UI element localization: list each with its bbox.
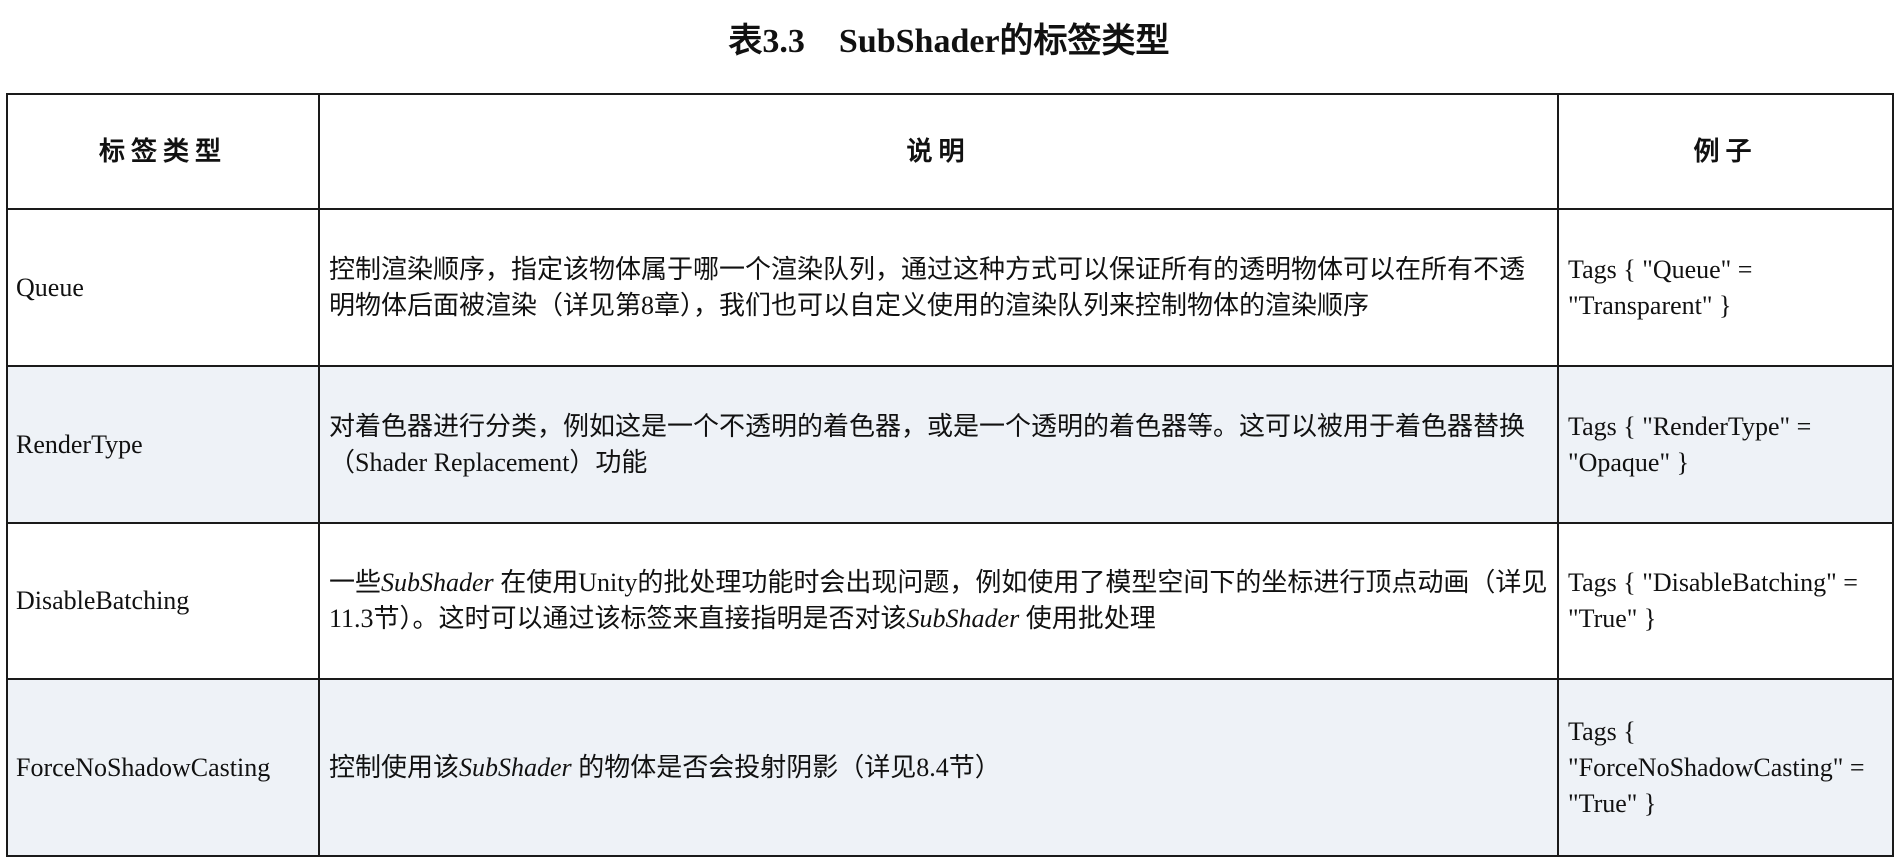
table-caption: 表3.3 SubShader的标签类型 <box>728 23 1170 60</box>
tag-name: RenderType <box>6 365 320 524</box>
description-text: 控制使用该 <box>329 752 460 782</box>
tag-description: 对着色器进行分类，例如这是一个不透明的着色器，或是一个透明的着色器等。这可以被用… <box>318 365 1559 524</box>
tag-description: 控制渲染顺序，指定该物体属于哪一个渲染队列，通过这种方式可以保证所有的透明物体可… <box>318 208 1559 367</box>
subshader-term: SubShader <box>459 752 572 782</box>
description-text: 的物体是否会投射阴影（详见8.4节） <box>571 752 1001 782</box>
tag-example: Tags { "DisableBatching" = "True" } <box>1557 522 1894 680</box>
subshader-term: SubShader <box>381 568 494 597</box>
table-row: Queue 控制渲染顺序，指定该物体属于哪一个渲染队列，通过这种方式可以保证所有… <box>6 208 1894 367</box>
description-text: 使用批处理 <box>1019 604 1156 633</box>
table-header-row: 标签类型 说明 例子 <box>6 93 1894 210</box>
subshader-term: SubShader <box>906 604 1020 633</box>
tag-name: DisableBatching <box>6 522 320 680</box>
header-example: 例子 <box>1557 93 1894 210</box>
description-text: 控制渲染顺序，指定该物体属于哪一个渲染队列，通过这种方式可以保证所有的透明物体可… <box>329 254 1526 320</box>
subshader-tags-table: 标签类型 说明 例子 Queue 控制渲染顺序，指定该物体属于哪一个渲染队列，通… <box>6 93 1894 857</box>
header-tag-type: 标签类型 <box>6 93 320 210</box>
table-row: ForceNoShadowCasting 控制使用该SubShader 的物体是… <box>6 678 1894 857</box>
description-text: 一些 <box>329 568 382 597</box>
tag-name: Queue <box>6 208 320 367</box>
tag-example: Tags { "ForceNoShadowCasting" = "True" } <box>1557 678 1894 857</box>
tag-name: ForceNoShadowCasting <box>6 678 320 857</box>
tag-description: 控制使用该SubShader 的物体是否会投射阴影（详见8.4节） <box>318 678 1559 857</box>
tag-example: Tags { "Queue" = "Transparent" } <box>1557 208 1894 367</box>
table-row: DisableBatching 一些SubShader 在使用Unity的批处理… <box>6 522 1894 680</box>
tag-example: Tags { "RenderType" = "Opaque" } <box>1557 365 1894 524</box>
table-row: RenderType 对着色器进行分类，例如这是一个不透明的着色器，或是一个透明… <box>6 365 1894 524</box>
header-description: 说明 <box>318 93 1559 210</box>
tag-description: 一些SubShader 在使用Unity的批处理功能时会出现问题，例如使用了模型… <box>318 522 1559 680</box>
description-text: 对着色器进行分类，例如这是一个不透明的着色器，或是一个透明的着色器等。这可以被用… <box>329 411 1526 477</box>
